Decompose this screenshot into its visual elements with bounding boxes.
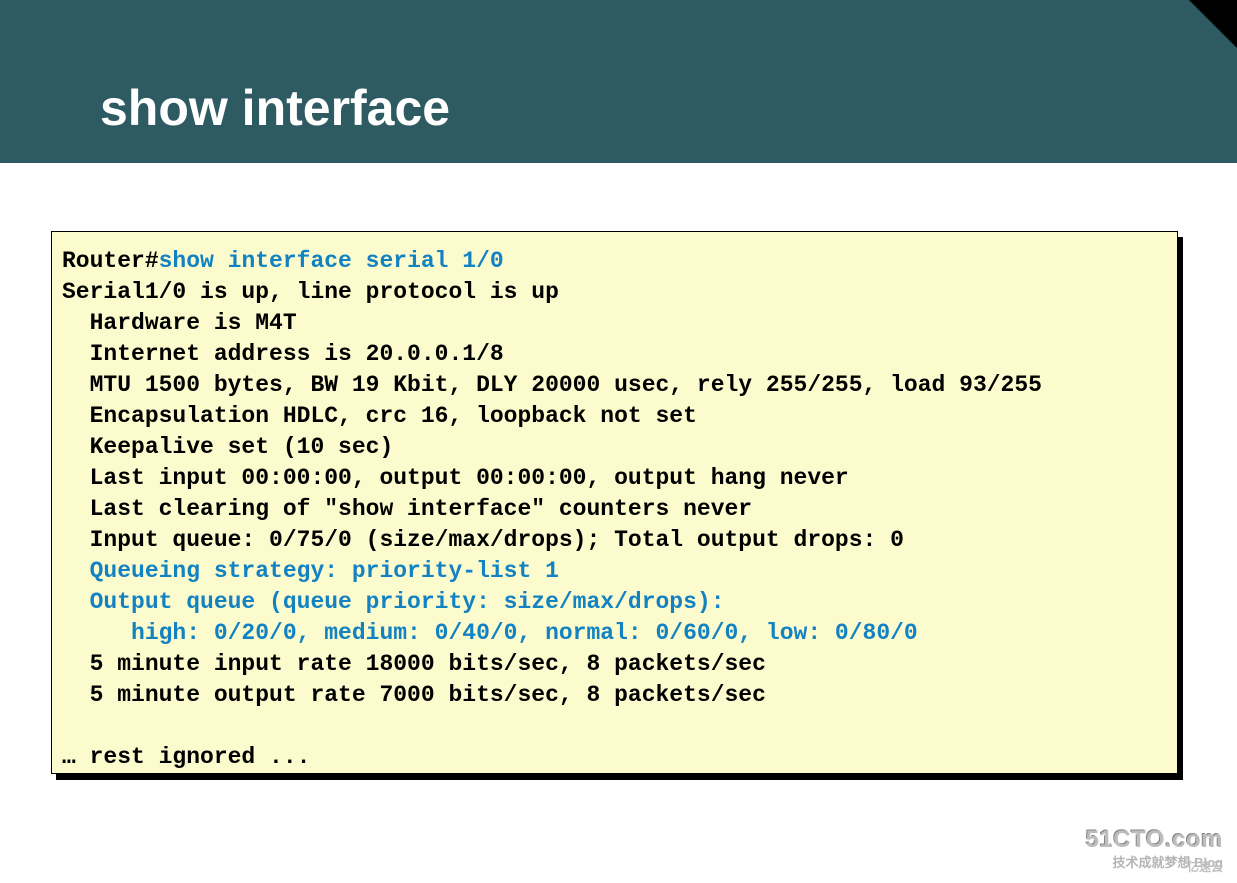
- output-line: Last clearing of "show interface" counte…: [62, 496, 752, 522]
- output-highlight-queue-stats: high: 0/20/0, medium: 0/40/0, normal: 0/…: [62, 620, 918, 646]
- output-line: 5 minute output rate 7000 bits/sec, 8 pa…: [62, 682, 766, 708]
- watermark-line2: 技术成就梦想 Blog: [1086, 852, 1223, 871]
- output-highlight-output-queue: Output queue (queue priority: size/max/d…: [62, 589, 725, 615]
- output-rest-ignored: … rest ignored ...: [62, 744, 310, 770]
- router-prompt: Router#: [62, 248, 159, 274]
- watermark: 51CTO.com 技术成就梦想 Blog 亿速云: [1086, 826, 1223, 871]
- show-command: show interface serial 1/0: [159, 248, 504, 274]
- output-line: Keepalive set (10 sec): [62, 434, 393, 460]
- slide-title: show interface: [100, 79, 450, 137]
- terminal-output: Router#show interface serial 1/0 Serial1…: [51, 231, 1178, 774]
- watermark-yisu: 亿速云: [1187, 858, 1223, 875]
- output-line: Serial1/0 is up, line protocol is up: [62, 279, 559, 305]
- output-line: Input queue: 0/75/0 (size/max/drops); To…: [62, 527, 904, 553]
- output-highlight-queue-strategy: Queueing strategy: priority-list 1: [62, 558, 559, 584]
- corner-flap-icon: [1189, 0, 1237, 48]
- output-line: MTU 1500 bytes, BW 19 Kbit, DLY 20000 us…: [62, 372, 1042, 398]
- output-line: Hardware is M4T: [62, 310, 297, 336]
- output-line: 5 minute input rate 18000 bits/sec, 8 pa…: [62, 651, 766, 677]
- output-line: Last input 00:00:00, output 00:00:00, ou…: [62, 465, 849, 491]
- watermark-line1: 51CTO.com: [1086, 826, 1223, 854]
- output-line: Internet address is 20.0.0.1/8: [62, 341, 504, 367]
- slide-header: show interface: [0, 0, 1237, 163]
- output-line: Encapsulation HDLC, crc 16, loopback not…: [62, 403, 697, 429]
